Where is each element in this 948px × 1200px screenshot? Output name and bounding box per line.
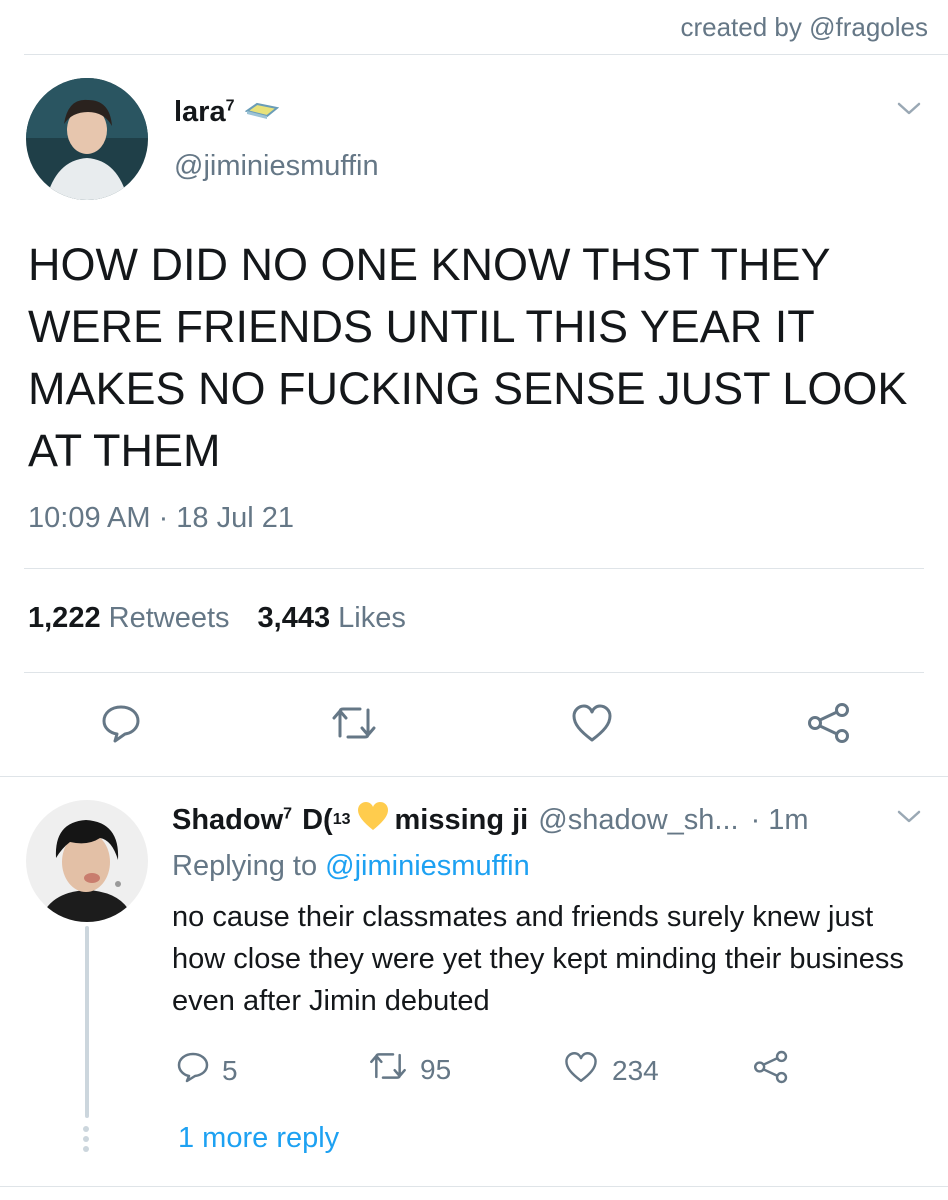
reply-text: no cause their classmates and friends su… bbox=[172, 901, 904, 1017]
share-icon bbox=[752, 1050, 790, 1091]
reply-header: Shadow7 D(13 missing ji @shadow_sh... · … bbox=[172, 800, 809, 840]
credit-text: created by @fragoles bbox=[680, 12, 928, 42]
reply-name-suffix: missing ji bbox=[394, 803, 529, 836]
name-superscript: 7 bbox=[225, 97, 235, 115]
share-icon[interactable] bbox=[806, 702, 852, 749]
reply-icon bbox=[176, 1050, 210, 1091]
divider bbox=[0, 776, 948, 777]
retweets-label: Retweets bbox=[108, 602, 230, 634]
likes-count: 3,443 bbox=[257, 602, 331, 634]
tweet-text: HOW DID NO ONE KNOW THST THEY WERE FRIEN… bbox=[28, 239, 908, 476]
reply-time[interactable]: · 1m bbox=[751, 804, 809, 837]
divider bbox=[24, 54, 948, 55]
reply-display-name[interactable]: Shadow7 bbox=[172, 804, 292, 837]
like-icon bbox=[562, 1050, 600, 1091]
likes-stat[interactable]: 3,443 Likes bbox=[258, 602, 406, 635]
reply-like-button[interactable]: 234 bbox=[562, 1050, 659, 1091]
divider bbox=[24, 672, 924, 673]
display-name[interactable]: lara7 bbox=[174, 96, 279, 129]
thread-line bbox=[85, 926, 89, 1118]
reply-name-superscript: 7 bbox=[283, 804, 293, 822]
reply-name-glyph: D( bbox=[302, 803, 333, 836]
replying-to: Replying to @jiminiesmuffin bbox=[172, 850, 530, 883]
reply-handle[interactable]: @shadow_sh... bbox=[538, 804, 738, 837]
reply-avatar[interactable] bbox=[26, 800, 148, 922]
reply-reply-button[interactable]: 5 bbox=[176, 1050, 238, 1091]
reply-name-subscript: 13 bbox=[332, 811, 351, 828]
divider bbox=[0, 1186, 948, 1187]
avatar[interactable] bbox=[26, 78, 148, 200]
like-icon[interactable] bbox=[570, 702, 614, 749]
reply-count: 5 bbox=[222, 1054, 238, 1086]
retweet-icon[interactable] bbox=[330, 704, 378, 747]
reply-icon[interactable] bbox=[100, 702, 142, 749]
retweets-stat[interactable]: 1,222 Retweets bbox=[28, 602, 230, 635]
display-name-text: lara bbox=[174, 96, 226, 128]
retweet-count: 95 bbox=[420, 1053, 452, 1085]
timestamp[interactable]: 10:09 AM · 18 Jul 21 bbox=[28, 502, 294, 535]
more-reply-link[interactable]: 1 more reply bbox=[178, 1122, 339, 1155]
tweet-stats: 1,222 Retweets 3,443 Likes bbox=[28, 602, 406, 635]
reply-retweet-button[interactable]: 95 bbox=[368, 1050, 451, 1089]
retweets-count: 1,222 bbox=[28, 602, 101, 634]
likes-label: Likes bbox=[338, 602, 406, 634]
chevron-down-icon[interactable] bbox=[896, 808, 922, 831]
replying-handle-link[interactable]: @jiminiesmuffin bbox=[325, 850, 530, 882]
reply-display-name-text: Shadow bbox=[172, 803, 284, 836]
reply-share-button[interactable] bbox=[752, 1050, 790, 1091]
divider bbox=[24, 568, 924, 569]
yellow-heart-icon bbox=[356, 800, 390, 840]
badge-icon bbox=[244, 96, 279, 129]
retweet-icon bbox=[368, 1050, 408, 1089]
replying-prefix: Replying to bbox=[172, 850, 318, 882]
thread-dots bbox=[83, 1126, 89, 1152]
like-count: 234 bbox=[612, 1054, 659, 1086]
chevron-down-icon[interactable] bbox=[896, 100, 922, 123]
handle[interactable]: @jiminiesmuffin bbox=[174, 150, 379, 183]
